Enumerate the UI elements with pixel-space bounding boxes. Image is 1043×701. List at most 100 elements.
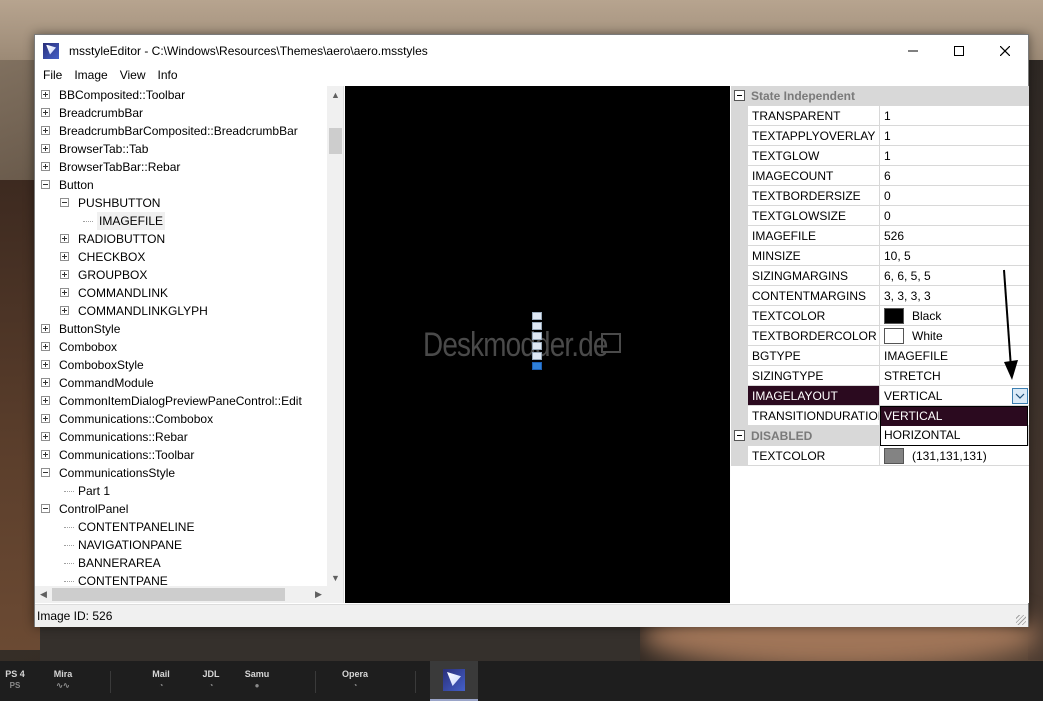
expand-icon[interactable] (41, 162, 50, 171)
tree-item[interactable]: BreadcrumbBarComposited::BreadcrumbBar (35, 122, 325, 140)
tree-item[interactable]: ControlPanel (35, 500, 325, 518)
property-row[interactable]: IMAGELAYOUT VERTICAL (731, 386, 1029, 406)
property-row[interactable]: TRANSPARENT 1 (731, 106, 1029, 126)
tree-item[interactable]: BreadcrumbBar (35, 104, 325, 122)
taskbar-item[interactable]: Opera ◔ (342, 661, 368, 701)
dropdown-button[interactable] (1012, 388, 1028, 404)
property-row[interactable]: TEXTAPPLYOVERLAY 1 (731, 126, 1029, 146)
tree-item[interactable]: IMAGEFILE (35, 212, 325, 230)
property-row[interactable]: IMAGECOUNT 6 (731, 166, 1029, 186)
collapse-category-icon[interactable] (734, 430, 745, 441)
close-button[interactable] (982, 35, 1028, 66)
taskbar-item[interactable]: Mira ∿∿ (50, 661, 76, 701)
property-value[interactable]: VERTICAL (880, 386, 1029, 406)
tree-item[interactable]: BBComposited::Toolbar (35, 86, 325, 104)
expand-icon[interactable] (41, 432, 50, 441)
property-grid[interactable]: State Independent TRANSPARENT 1 TEXTAPPLYOV… (731, 86, 1029, 603)
image-preview[interactable]: Deskmodder.de (345, 86, 730, 603)
expand-icon[interactable] (60, 234, 69, 243)
scroll-left-icon[interactable]: ◀ (35, 586, 52, 603)
expand-icon[interactable] (41, 414, 50, 423)
collapse-icon[interactable] (60, 198, 69, 207)
property-value[interactable]: 1 (880, 126, 1029, 146)
tree-item[interactable]: Communications::Combobox (35, 410, 325, 428)
tree-item[interactable]: CONTENTPANELINE (35, 518, 325, 536)
expand-icon[interactable] (41, 450, 50, 459)
minimize-button[interactable] (890, 35, 936, 66)
collapse-icon[interactable] (41, 468, 50, 477)
expand-icon[interactable] (41, 108, 50, 117)
property-value[interactable]: 1 (880, 106, 1029, 126)
tree-horizontal-scrollbar[interactable]: ◀ ▶ (35, 586, 327, 603)
tree-item[interactable]: CommunicationsStyle (35, 464, 325, 482)
expand-icon[interactable] (41, 396, 50, 405)
property-row[interactable]: TEXTGLOWSIZE 0 (731, 206, 1029, 226)
imagelayout-dropdown-list[interactable]: VERTICAL HORIZONTAL (880, 406, 1028, 446)
expand-icon[interactable] (41, 324, 50, 333)
expand-icon[interactable] (41, 342, 50, 351)
scroll-up-icon[interactable]: ▲ (327, 86, 343, 103)
taskbar-item[interactable]: PS 4 PS (2, 661, 28, 701)
property-row[interactable]: SIZINGTYPE STRETCH (731, 366, 1029, 386)
tree-item[interactable]: Button (35, 176, 325, 194)
tree-item[interactable]: Combobox (35, 338, 325, 356)
scroll-down-icon[interactable]: ▼ (327, 569, 343, 586)
expand-icon[interactable] (60, 288, 69, 297)
property-row[interactable]: IMAGEFILE 526 (731, 226, 1029, 246)
tree-item[interactable]: Part 1 (35, 482, 325, 500)
tree-item[interactable]: Communications::Rebar (35, 428, 325, 446)
category-state-independent[interactable]: State Independent (731, 86, 1029, 106)
tree-item[interactable]: PUSHBUTTON (35, 194, 325, 212)
tree-item[interactable]: BrowserTab::Tab (35, 140, 325, 158)
taskbar-item[interactable]: JDL ◔ (198, 661, 224, 701)
tree-item[interactable]: CommandModule (35, 374, 325, 392)
tree-vertical-scrollbar[interactable]: ▲ ▼ (327, 86, 343, 586)
tree-item[interactable]: BANNERAREA (35, 554, 325, 572)
class-tree[interactable]: CONTENTPANE BANNERAREA NAVIGATIONPANE CONTE… (35, 86, 344, 603)
tree-item[interactable]: GROUPBOX (35, 266, 325, 284)
property-row[interactable]: SIZINGMARGINS 6, 6, 5, 5 (731, 266, 1029, 286)
menu-view[interactable]: View (114, 66, 152, 85)
expand-icon[interactable] (60, 252, 69, 261)
property-value[interactable]: (131,131,131) (880, 446, 1029, 466)
property-row[interactable]: MINSIZE 10, 5 (731, 246, 1029, 266)
dropdown-option[interactable]: VERTICAL (881, 407, 1027, 426)
expand-icon[interactable] (60, 306, 69, 315)
property-row[interactable]: TEXTBORDERSIZE 0 (731, 186, 1029, 206)
collapse-category-icon[interactable] (734, 90, 745, 101)
property-value[interactable]: 1 (880, 146, 1029, 166)
collapse-icon[interactable] (41, 504, 50, 513)
tree-item[interactable]: ButtonStyle (35, 320, 325, 338)
property-value[interactable]: 0 (880, 206, 1029, 226)
menu-image[interactable]: Image (68, 66, 113, 85)
property-row[interactable]: BGTYPE IMAGEFILE (731, 346, 1029, 366)
menu-file[interactable]: File (37, 66, 68, 85)
expand-icon[interactable] (41, 144, 50, 153)
expand-icon[interactable] (41, 90, 50, 99)
tree-item[interactable]: RADIOBUTTON (35, 230, 325, 248)
expand-icon[interactable] (60, 270, 69, 279)
property-value[interactable]: 10, 5 (880, 246, 1029, 266)
taskbar-msstyleeditor-button[interactable] (430, 661, 478, 701)
expand-icon[interactable] (41, 378, 50, 387)
taskbar-item[interactable]: Samu ● (244, 661, 270, 701)
taskbar-item[interactable]: Mail ◔ (148, 661, 174, 701)
title-bar[interactable]: msstyleEditor - C:\Windows\Resources\The… (35, 35, 1028, 66)
expand-icon[interactable] (41, 126, 50, 135)
tree-vscroll-thumb[interactable] (329, 128, 342, 154)
tree-item[interactable]: COMMANDLINKGLYPH (35, 302, 325, 320)
property-value[interactable]: 6 (880, 166, 1029, 186)
property-row[interactable]: TEXTCOLOR (131,131,131) (731, 446, 1029, 466)
property-value[interactable]: 0 (880, 186, 1029, 206)
menu-info[interactable]: Info (152, 66, 184, 85)
property-row[interactable]: TEXTBORDERCOLOR White (731, 326, 1029, 346)
property-row[interactable]: CONTENTMARGINS 3, 3, 3, 3 (731, 286, 1029, 306)
tree-hscroll-thumb[interactable] (52, 588, 285, 601)
property-value[interactable]: 526 (880, 226, 1029, 246)
property-row[interactable]: TEXTGLOW 1 (731, 146, 1029, 166)
scroll-right-icon[interactable]: ▶ (310, 586, 327, 603)
tree-item[interactable]: Communications::Toolbar (35, 446, 325, 464)
dropdown-option[interactable]: HORIZONTAL (881, 426, 1027, 445)
collapse-icon[interactable] (41, 180, 50, 189)
tree-item[interactable]: BrowserTabBar::Rebar (35, 158, 325, 176)
